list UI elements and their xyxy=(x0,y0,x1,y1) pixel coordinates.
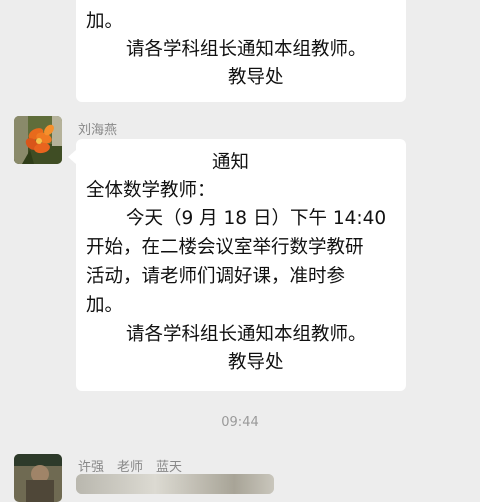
message-line: 加。 xyxy=(86,11,124,32)
timestamp: 09:44 xyxy=(221,415,259,430)
message-bubble-notice[interactable]: 通知 全体数学教师： 今天（9 月 18 日）下午 14:40 开始，在二楼会议… xyxy=(76,139,406,391)
notice-body-line: 活动，请老师们调好课，准时参 xyxy=(86,266,346,287)
avatar-photo-image xyxy=(14,454,62,502)
notice-title: 通知 xyxy=(212,152,250,173)
message-line: 教导处 xyxy=(228,67,284,88)
sender-name: 许强 老师 蓝天 xyxy=(78,460,183,475)
message-line: 请各学科组长通知本组教师。 xyxy=(126,39,367,60)
notice-body-line: 今天（9 月 18 日）下午 14:40 xyxy=(126,208,387,229)
bubble-tail xyxy=(68,150,76,164)
notice-sign: 教导处 xyxy=(228,352,284,373)
avatar[interactable] xyxy=(14,116,62,164)
notice-notify: 请各学科组长通知本组教师。 xyxy=(126,324,367,345)
image-preview xyxy=(76,474,274,494)
avatar[interactable] xyxy=(14,454,62,502)
notice-body-line: 开始，在二楼会议室举行数学教研 xyxy=(86,237,364,258)
notice-body-line: 加。 xyxy=(86,295,124,316)
sender-name: 刘海燕 xyxy=(78,123,118,138)
message-bubble-next-image[interactable] xyxy=(76,474,274,494)
message-bubble-previous[interactable]: 加。 请各学科组长通知本组教师。 教导处 xyxy=(76,0,406,102)
avatar-flower-image xyxy=(14,116,62,164)
notice-greeting: 全体数学教师： xyxy=(86,180,216,201)
